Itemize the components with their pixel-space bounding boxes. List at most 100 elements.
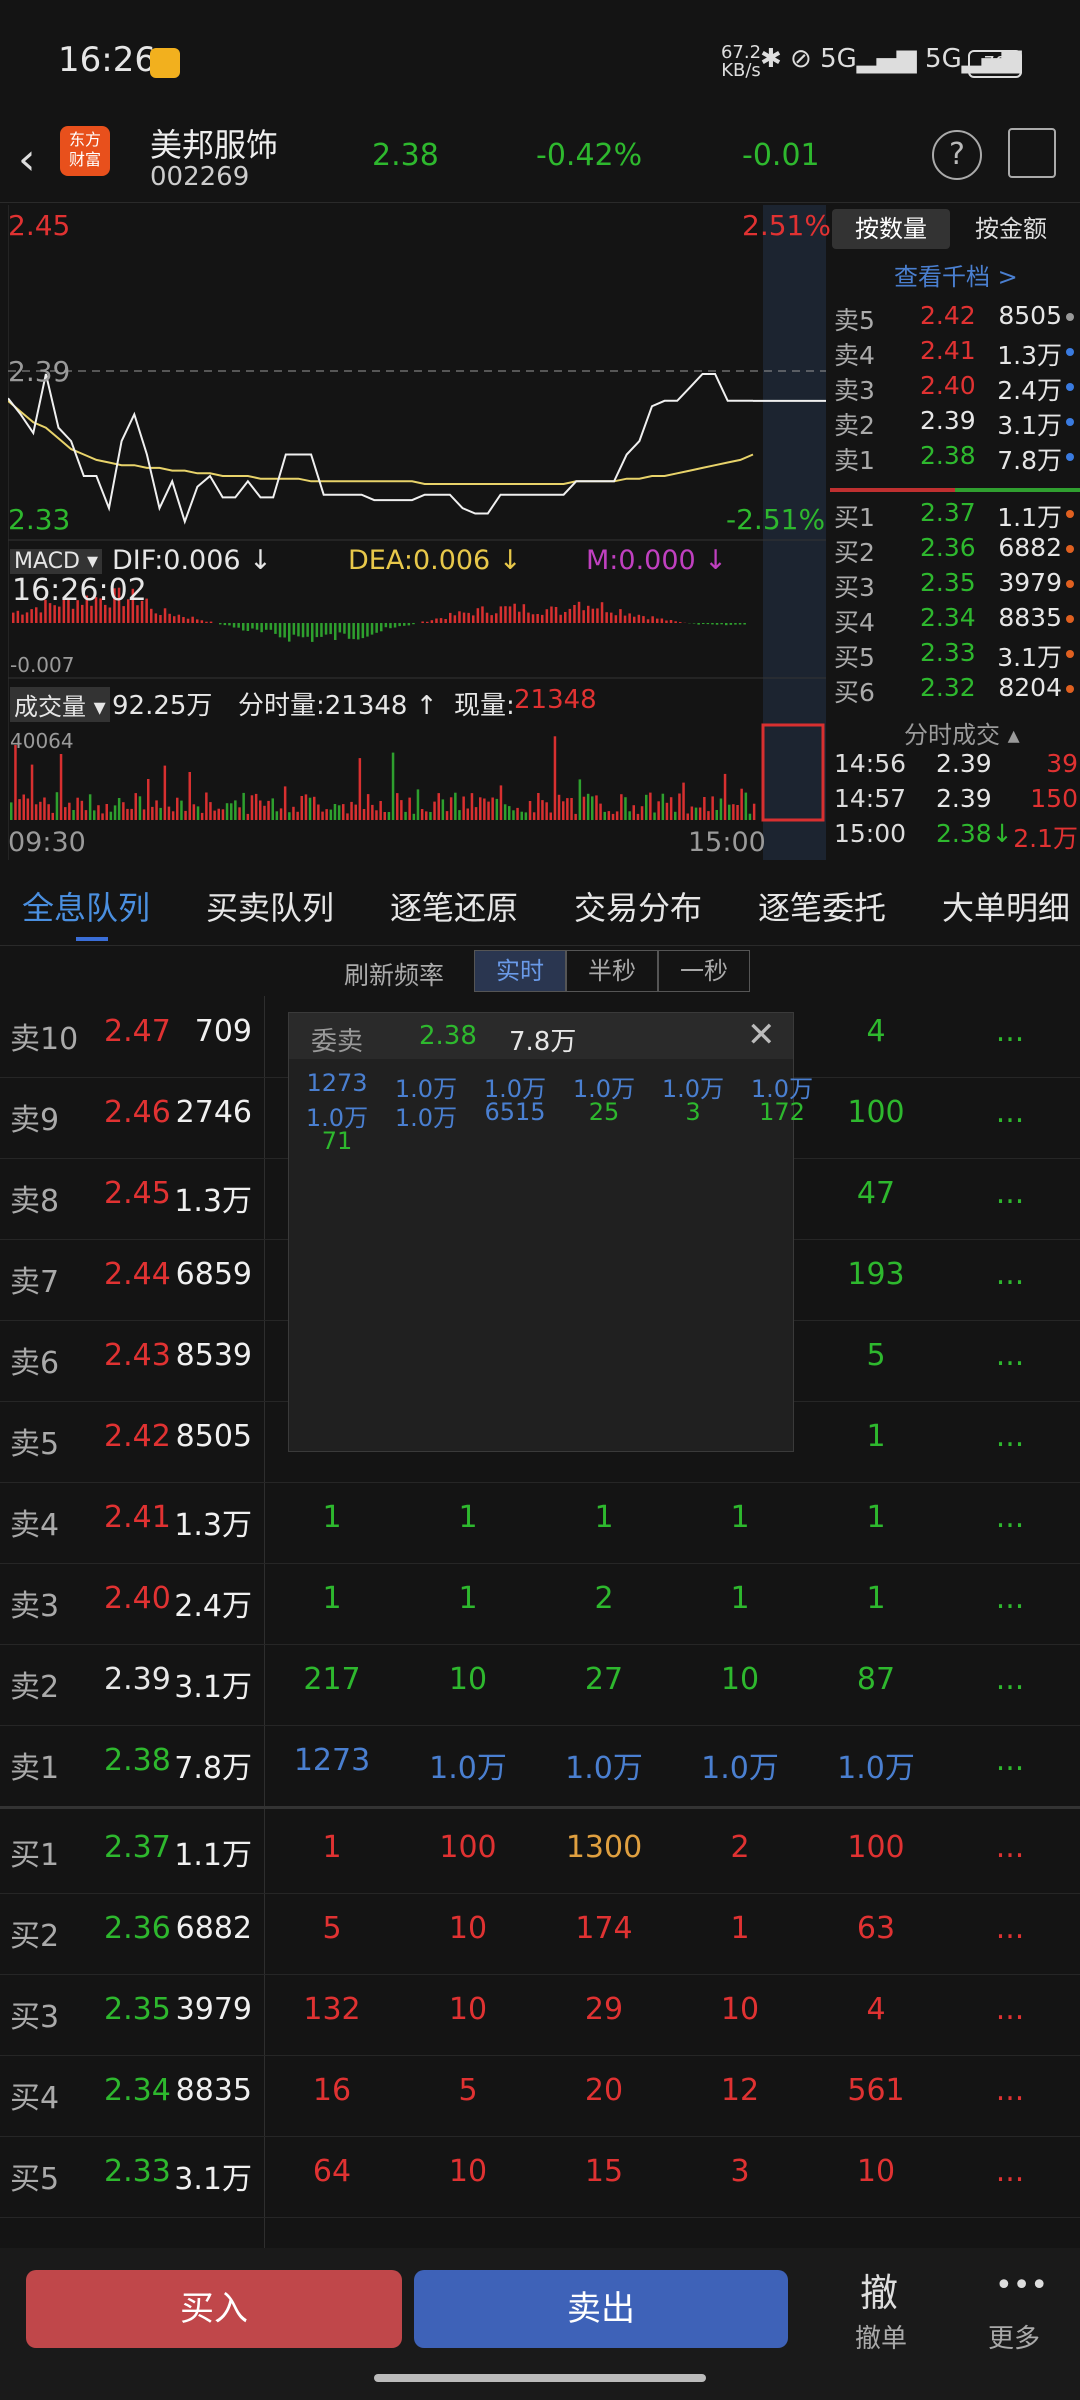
tab-full-queue[interactable]: 全息队列 [22, 883, 150, 929]
ticks-title[interactable]: 分时成交 ▴ [904, 715, 1020, 750]
refresh-half-second[interactable]: 半秒 [566, 950, 658, 992]
volume-bar [479, 797, 482, 820]
volume-bar [466, 808, 469, 820]
queue-order-cell: 5 [322, 1911, 342, 1946]
close-icon[interactable]: ✕ [747, 1015, 776, 1055]
bid-queue-row[interactable]: 买1 2.37 1.1万 1 100 1300 2 100... [0, 1812, 1080, 1894]
queue-more-icon[interactable]: ... [990, 2154, 1030, 2189]
bid-queue-row[interactable]: 买3 2.35 3979 132 10 29 10 4... [0, 1974, 1080, 2056]
queue-more-icon[interactable]: ... [990, 1014, 1030, 1049]
queue-order-cell: 1.0万 [837, 1751, 915, 1786]
queue-more-icon[interactable]: ... [990, 1992, 1030, 2027]
bid-level-row[interactable]: 买3 2.35 3979 [834, 568, 1074, 603]
volume-selector[interactable]: 成交量 ▾ [10, 687, 110, 722]
macd-bar [324, 623, 328, 635]
volume-bar [707, 811, 710, 820]
tab-trade-distribution[interactable]: 交易分布 [574, 883, 702, 929]
ask-level-row[interactable]: 卖5 2.42 8505 [834, 301, 1074, 336]
tab-by-amount[interactable]: 按金额 [952, 209, 1070, 249]
ask-queue-row[interactable]: 卖4 2.41 1.3万 1 1 1 1 1... [0, 1482, 1080, 1564]
help-icon[interactable]: ? [932, 130, 982, 180]
volume-bar [645, 794, 648, 820]
battery-icon: 70 [968, 50, 1022, 78]
ask-level-label: 卖5 [834, 306, 875, 335]
macd-bar [366, 623, 369, 637]
tab-order-by-order[interactable]: 逐笔委托 [758, 883, 886, 929]
queue-more-icon[interactable]: ... [990, 2073, 1030, 2108]
intraday-chart[interactable]: 2.45 2.39 2.33 2.51% -2.51% MACD ▾ DIF:0… [7, 205, 831, 860]
layout-toggle-icon[interactable] [1008, 128, 1056, 178]
volume-bar [491, 797, 494, 820]
volume-bar [72, 810, 75, 820]
level-dot-icon [1066, 383, 1074, 391]
macd-bar [269, 623, 273, 630]
volume-bar [259, 800, 262, 820]
macd-bar [513, 603, 516, 623]
bid-level-row[interactable]: 买2 2.36 6882 [834, 533, 1074, 568]
macd-bar [352, 623, 355, 640]
bid-level-row[interactable]: 买1 2.37 1.1万 [834, 498, 1074, 533]
queue-more-icon[interactable]: ... [990, 1176, 1030, 1211]
macd-bar [35, 607, 38, 623]
ask-queue-row[interactable]: 卖2 2.39 3.1万 217 10 27 10 87... [0, 1644, 1080, 1726]
macd-bar [315, 623, 319, 638]
status-time: 16:26 [58, 40, 156, 80]
macd-bar [582, 610, 585, 623]
queue-order-cell: 15 [584, 2154, 624, 2189]
more-label[interactable]: 更多 [988, 2318, 1040, 2355]
ask-level-row[interactable]: 卖1 2.38 7.8万 [834, 441, 1074, 476]
macd-m: M:0.000 ↓ [586, 545, 727, 576]
tab-buy-sell-queue[interactable]: 买卖队列 [206, 883, 334, 929]
cancel-order-label[interactable]: 撤单 [855, 2318, 907, 2355]
queue-more-icon[interactable]: ... [990, 1338, 1030, 1373]
volume-bar [400, 800, 403, 820]
tab-tick-restore[interactable]: 逐笔还原 [390, 883, 518, 929]
book-divider [830, 488, 1080, 492]
ask-queue-row[interactable]: 卖1 2.38 7.8万 1273 1.0万 1.0万 1.0万 1.0万... [0, 1725, 1080, 1809]
refresh-one-second[interactable]: 一秒 [658, 950, 750, 992]
macd-bar [90, 605, 93, 623]
ask-level-row[interactable]: 卖2 2.39 3.1万 [834, 406, 1074, 441]
queue-level-label: 卖5 [10, 1427, 60, 1462]
stock-name[interactable]: 美邦服饰 [150, 120, 278, 166]
more-icon[interactable]: ••• [995, 2268, 1048, 2303]
queue-level-volume: 1.3万 [174, 1508, 252, 1543]
queue-more-icon[interactable]: ... [990, 1662, 1030, 1697]
bid-level-row[interactable]: 买5 2.33 3.1万 [834, 638, 1074, 673]
refresh-realtime[interactable]: 实时 [474, 950, 566, 992]
macd-bar [568, 608, 572, 623]
macd-bar [711, 623, 714, 625]
home-indicator[interactable] [374, 2374, 706, 2382]
queue-more-icon[interactable]: ... [990, 1500, 1030, 1535]
bid-level-row[interactable]: 买6 2.32 8204 [834, 673, 1074, 708]
buy-button[interactable]: 买入 [26, 2270, 402, 2348]
volume-bar [117, 798, 121, 820]
queue-more-icon[interactable]: ... [990, 1095, 1030, 1130]
volume-bar [620, 794, 623, 820]
queue-more-icon[interactable]: ... [990, 1419, 1030, 1454]
queue-more-icon[interactable]: ... [990, 1830, 1030, 1865]
ask-level-row[interactable]: 卖4 2.41 1.3万 [834, 336, 1074, 371]
back-icon[interactable]: ‹ [18, 134, 36, 185]
queue-order-cell: 1300 [565, 1830, 643, 1865]
volume-bar [636, 813, 640, 820]
volume-bar [574, 813, 577, 820]
bid-queue-row[interactable]: 买4 2.34 8835 16 5 20 12 561... [0, 2055, 1080, 2137]
cancel-order-icon[interactable]: 撤 [860, 2262, 898, 2317]
popup-total: 7.8万 [509, 1027, 577, 1057]
queue-more-icon[interactable]: ... [990, 1581, 1030, 1616]
bid-queue-row[interactable]: 买2 2.36 6882 5 10 174 1 63... [0, 1893, 1080, 1975]
ask-queue-row[interactable]: 卖3 2.40 2.4万 1 1 2 1 1... [0, 1563, 1080, 1645]
bid-level-row[interactable]: 买4 2.34 8835 [834, 603, 1074, 638]
macd-selector[interactable]: MACD ▾ [10, 549, 102, 574]
queue-level-price: 2.37 [104, 1830, 171, 1865]
ask-level-row[interactable]: 卖3 2.40 2.4万 [834, 371, 1074, 406]
queue-more-icon[interactable]: ... [990, 1911, 1030, 1946]
sell-button[interactable]: 卖出 [414, 2270, 788, 2348]
tab-large-orders[interactable]: 大单明细 [942, 883, 1070, 929]
bid-queue-row[interactable]: 买5 2.33 3.1万 64 10 15 3 10... [0, 2136, 1080, 2218]
tab-by-quantity[interactable]: 按数量 [832, 209, 950, 249]
queue-more-icon[interactable]: ... [990, 1257, 1030, 1292]
queue-more-icon[interactable]: ... [990, 1743, 1030, 1778]
view-thousand-levels-link[interactable]: 查看千档 > [894, 257, 1018, 292]
